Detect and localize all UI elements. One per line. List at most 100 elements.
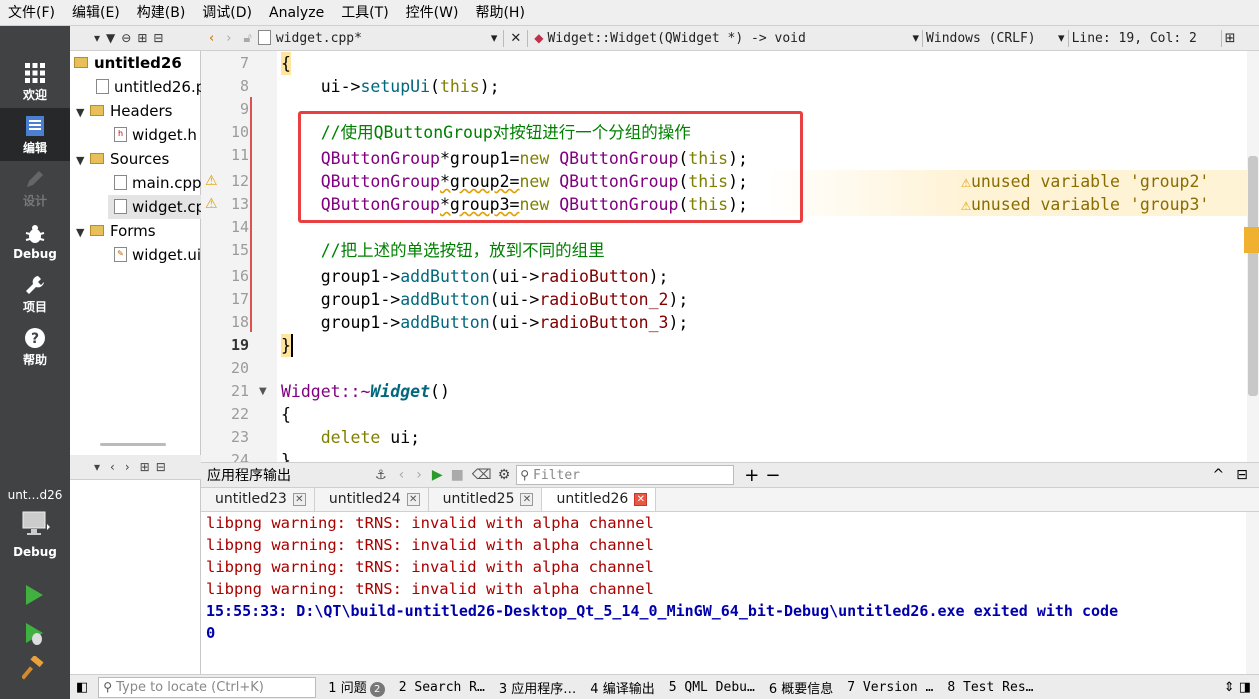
- status-application-output[interactable]: 3 应用程序…: [499, 678, 576, 697]
- status-test-results[interactable]: 8 Test Res…: [947, 680, 1033, 695]
- menu-tools[interactable]: 工具(T): [333, 0, 397, 26]
- tab-label: untitled24: [328, 491, 401, 507]
- code-editor[interactable]: 7 8 9 10 11 ⚠ 12 ⚠ 13 14 15 16 17 18 19 …: [201, 51, 1259, 462]
- close-pane-icon[interactable]: ⊟: [1236, 467, 1248, 483]
- tree-pro-file[interactable]: untitled26.p: [96, 75, 205, 99]
- mode-projects[interactable]: 项目: [0, 267, 70, 320]
- mode-help[interactable]: ? 帮助: [0, 320, 70, 373]
- forward-icon[interactable]: ›: [226, 31, 231, 46]
- symbol-selector[interactable]: Widget::Widget(QWidget *) -> void: [548, 31, 913, 46]
- output-exit-line: 15:55:33: D:\QT\build-untitled26-Desktop…: [206, 602, 1119, 620]
- chevron-down-icon[interactable]: ▼: [76, 149, 90, 171]
- tree-headers[interactable]: ▼ Headers: [76, 99, 172, 123]
- line-number: 22: [230, 405, 249, 423]
- back-icon[interactable]: ‹: [399, 467, 405, 483]
- horizontal-scrollbar[interactable]: [100, 443, 166, 446]
- tree-forms[interactable]: ▼ Forms: [76, 219, 156, 243]
- build-button[interactable]: [20, 654, 46, 684]
- menu-help[interactable]: 帮助(H): [467, 0, 533, 26]
- status-general-messages[interactable]: 6 概要信息: [769, 678, 833, 697]
- zoom-in-icon[interactable]: +: [744, 465, 759, 486]
- chevron-down-icon[interactable]: ▾: [913, 31, 920, 46]
- split-icon[interactable]: ⊞: [1225, 31, 1236, 46]
- forward-icon[interactable]: ›: [416, 467, 422, 483]
- back-icon[interactable]: ‹: [209, 31, 214, 46]
- mode-debug[interactable]: Debug: [0, 214, 70, 267]
- stop-icon[interactable]: ■: [451, 467, 464, 483]
- maximize-icon[interactable]: ^: [1212, 467, 1224, 483]
- close-pane-icon[interactable]: ⊟: [153, 31, 163, 45]
- tree-widget-h[interactable]: h widget.h: [114, 123, 197, 147]
- close-pane-icon[interactable]: ⊟: [156, 460, 166, 474]
- rerun-icon[interactable]: ▶: [432, 467, 443, 483]
- tree-widget-ui[interactable]: ✎ widget.ui: [114, 243, 201, 267]
- line-number: 15: [230, 241, 249, 259]
- run-button[interactable]: [22, 583, 46, 611]
- locator-input[interactable]: ⚲ Type to locate (Ctrl+K): [98, 676, 317, 698]
- close-tab-icon[interactable]: ✕: [634, 493, 648, 506]
- folder-icon: [90, 105, 104, 116]
- scrollbar-thumb[interactable]: [1248, 156, 1258, 396]
- locator-placeholder: Type to locate (Ctrl+K): [116, 679, 264, 695]
- status-problems[interactable]: 1 问题 2: [328, 677, 385, 697]
- application-output-text[interactable]: libpng warning: tRNS: invalid with alpha…: [201, 512, 1246, 674]
- chevron-down-icon[interactable]: ▾: [491, 31, 498, 46]
- forward-icon[interactable]: ›: [125, 460, 130, 474]
- tab-untitled24[interactable]: untitled24 ✕: [315, 488, 429, 511]
- chevron-down-icon[interactable]: ▼: [76, 101, 90, 123]
- menu-build[interactable]: 构建(B): [129, 0, 195, 26]
- close-tab-icon[interactable]: ✕: [292, 493, 306, 506]
- filter-input[interactable]: ⚲ Filter: [516, 465, 735, 485]
- tree-widget-cpp[interactable]: widget.cp: [108, 195, 201, 219]
- menu-edit[interactable]: 编辑(E): [64, 0, 129, 26]
- clean-icon[interactable]: ⌫: [472, 467, 492, 483]
- split-icon[interactable]: ⊞: [140, 460, 150, 474]
- toggle-right-pane-icon[interactable]: ◨: [1239, 680, 1251, 695]
- settings-gear-icon[interactable]: ⚙: [498, 467, 511, 483]
- status-version-control[interactable]: 7 Version …: [847, 680, 933, 695]
- chevron-down-icon[interactable]: ▼: [76, 221, 90, 243]
- close-tab-icon[interactable]: ✕: [520, 493, 534, 506]
- kit-selector[interactable]: Debug: [0, 510, 70, 566]
- status-compile-output[interactable]: 4 编译输出: [590, 678, 654, 697]
- status-qml-debugger[interactable]: 5 QML Debu…: [669, 680, 755, 695]
- close-document-icon[interactable]: ✕: [510, 31, 521, 46]
- output-scrollbar[interactable]: [1246, 512, 1259, 674]
- tab-untitled23[interactable]: untitled23 ✕: [201, 488, 315, 511]
- chevron-updown-icon[interactable]: ⇕: [1224, 680, 1235, 695]
- attach-icon[interactable]: ⚓: [375, 468, 387, 483]
- tree-label: Sources: [110, 150, 170, 168]
- menu-widgets[interactable]: 控件(W): [398, 0, 468, 26]
- tab-untitled25[interactable]: untitled25 ✕: [429, 488, 543, 511]
- search-icon: ⚲: [103, 680, 113, 694]
- warning-message[interactable]: ⚠unused variable 'group3': [961, 193, 1209, 216]
- menu-analyze[interactable]: Analyze: [261, 0, 333, 26]
- document-selector[interactable]: widget.cpp*: [276, 31, 491, 46]
- chevron-down-icon[interactable]: ▾: [94, 31, 100, 45]
- warning-message[interactable]: ⚠unused variable 'group2': [961, 170, 1209, 193]
- toggle-sidebar-icon[interactable]: ◧: [76, 680, 88, 695]
- tree-project[interactable]: untitled26: [74, 51, 182, 75]
- tab-untitled26[interactable]: untitled26 ✕: [542, 488, 657, 511]
- status-search-results[interactable]: 2 Search R…: [399, 680, 485, 695]
- line-ending-selector[interactable]: Windows (CRLF): [926, 31, 1058, 46]
- close-tab-icon[interactable]: ✕: [406, 493, 420, 506]
- fold-arrow-icon[interactable]: ▼: [259, 380, 267, 403]
- link-icon[interactable]: ⊖: [121, 31, 131, 45]
- debug-run-button[interactable]: [22, 621, 46, 651]
- split-icon[interactable]: ⊞: [137, 31, 147, 45]
- tree-main-cpp[interactable]: main.cpp: [114, 171, 202, 195]
- editor-toolbar: ‹ › 🔓︎ widget.cpp* ▾ ✕ ◆ Widget::Widget(…: [201, 26, 1259, 51]
- tree-sources[interactable]: ▼ Sources: [76, 147, 169, 171]
- cursor-position[interactable]: Line: 19, Col: 2: [1072, 31, 1218, 46]
- zoom-out-icon[interactable]: −: [765, 465, 780, 486]
- mode-welcome[interactable]: 欢迎: [0, 55, 70, 108]
- menu-file[interactable]: 文件(F): [0, 0, 64, 26]
- chevron-down-icon[interactable]: ▾: [1058, 31, 1065, 46]
- filter-icon[interactable]: ▼: [106, 31, 115, 45]
- mode-design[interactable]: 设计: [0, 161, 70, 214]
- back-icon[interactable]: ‹: [110, 460, 115, 474]
- chevron-down-icon[interactable]: ▾: [94, 460, 100, 474]
- mode-edit[interactable]: 编辑: [0, 108, 70, 161]
- menu-debug[interactable]: 调试(D): [194, 0, 261, 26]
